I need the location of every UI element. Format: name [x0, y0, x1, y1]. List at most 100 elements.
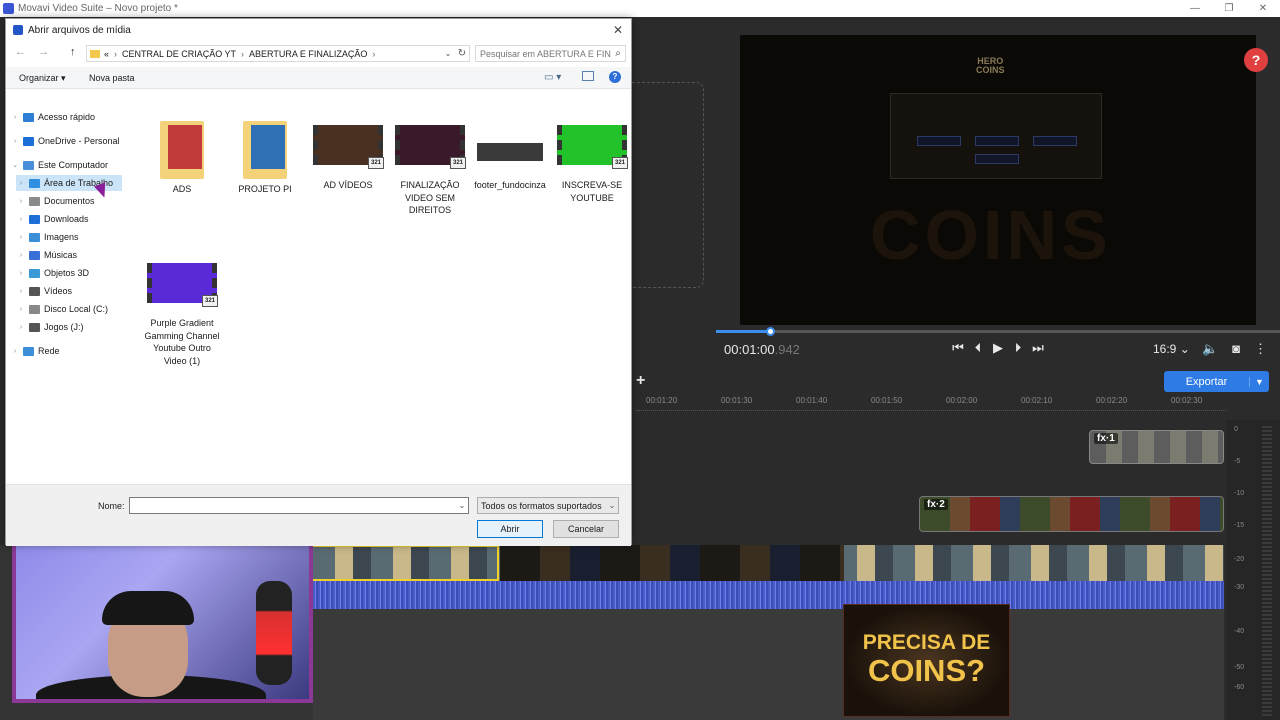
- skip-start-icon[interactable]: ⏮: [952, 340, 964, 356]
- aspect-ratio-select[interactable]: 16:9 ⌄: [1153, 342, 1190, 356]
- nav-item[interactable]: › Rede: [10, 343, 60, 359]
- file-item[interactable]: 321 FINALIZAÇÃO VIDEO SEM DIREITOS: [390, 121, 470, 217]
- play-icon[interactable]: ▶: [992, 340, 1004, 356]
- file-item[interactable]: 321 INSCREVA-SE YOUTUBE: [552, 121, 632, 204]
- expand-chevron-icon[interactable]: ›: [16, 306, 26, 313]
- chevron-down-icon[interactable]: ⌄: [456, 498, 468, 513]
- nav-item[interactable]: › Vídeos: [16, 283, 72, 299]
- thumbnail-overlay: PRECISA DE COINS?: [843, 604, 1010, 717]
- selected-clip[interactable]: [313, 545, 499, 581]
- video-clip[interactable]: [500, 545, 844, 581]
- address-bar[interactable]: « › CENTRAL DE CRIAÇÃO YT › ABERTURA E F…: [86, 45, 470, 62]
- back-button[interactable]: ←: [15, 46, 26, 58]
- file-item[interactable]: 321 AD VÍDEOS: [308, 121, 388, 192]
- expand-chevron-icon[interactable]: ›: [10, 348, 20, 355]
- chevron-down-icon[interactable]: ⌄: [441, 49, 455, 58]
- dialog-close-button[interactable]: ✕: [605, 23, 631, 37]
- filename-label: Nome:: [98, 501, 125, 511]
- file-item[interactable]: PROJETO PI: [225, 121, 305, 196]
- expand-chevron-icon[interactable]: ›: [10, 138, 20, 145]
- preview-pane-icon[interactable]: [582, 71, 594, 81]
- preview-seekbar[interactable]: [716, 327, 1280, 336]
- organize-menu[interactable]: Organizar ▾: [19, 73, 66, 84]
- expand-chevron-icon[interactable]: ›: [16, 288, 26, 295]
- up-button[interactable]: ↑: [70, 46, 76, 58]
- media-drop-area[interactable]: [632, 82, 704, 288]
- nav-item[interactable]: › Jogos (J:): [16, 319, 84, 335]
- nav-item[interactable]: › Acesso rápido: [10, 109, 95, 125]
- step-back-icon[interactable]: ⏴: [972, 340, 984, 356]
- video-file-badge-icon: 321: [368, 157, 384, 169]
- expand-chevron-icon[interactable]: ›: [16, 216, 26, 223]
- nav-item-label: Músicas: [44, 250, 78, 260]
- file-item[interactable]: 321 Purple Gradient Gamming Channel Youtu…: [142, 259, 222, 367]
- view-options-icon[interactable]: ▭ ▾: [544, 72, 561, 83]
- audio-level-meter: 0 -5 -10 -15 -20 -30 -40 -50 -60: [1226, 420, 1280, 720]
- chevron-down-icon[interactable]: ⌄: [606, 501, 618, 510]
- search-box[interactable]: ⌕: [475, 45, 626, 62]
- expand-chevron-icon[interactable]: ›: [16, 180, 26, 187]
- drive-icon: [29, 322, 40, 332]
- documents-icon: [29, 196, 40, 206]
- step-forward-icon[interactable]: ⏵: [1012, 340, 1024, 356]
- main-video-track[interactable]: [313, 545, 1224, 581]
- breadcrumb-item[interactable]: ABERTURA E FINALIZAÇÃO: [249, 49, 367, 59]
- expand-chevron-icon[interactable]: ›: [16, 252, 26, 259]
- file-item[interactable]: ADS: [142, 121, 222, 196]
- snapshot-icon[interactable]: ◙: [1232, 341, 1240, 357]
- expand-chevron-icon[interactable]: ›: [16, 270, 26, 277]
- nav-item[interactable]: › Disco Local (C:): [16, 301, 108, 317]
- command-bar: Organizar ▾ Nova pasta ▭ ▾ ?: [6, 67, 631, 89]
- nav-item-label: Este Computador: [38, 160, 109, 170]
- file-item[interactable]: footer_fundocinza: [470, 121, 550, 192]
- nav-item[interactable]: ⌄ Este Computador: [10, 157, 108, 173]
- expand-chevron-icon[interactable]: ›: [10, 114, 20, 121]
- webcam-headset: [102, 591, 194, 625]
- overlay-clip-fx2[interactable]: fx·2: [919, 496, 1224, 532]
- add-track-button[interactable]: +: [636, 372, 645, 390]
- timeline-ruler[interactable]: 00:01:20 00:01:30 00:01:40 00:01:50 00:02:00…: [636, 396, 1226, 410]
- cancel-button[interactable]: Cancelar: [553, 520, 619, 538]
- file-type-filter[interactable]: Todos os formatos suportados ⌄: [477, 497, 619, 514]
- overlay-clip-fx1[interactable]: fx·1: [1089, 430, 1224, 464]
- maximize-button[interactable]: ❐: [1212, 3, 1246, 14]
- nav-item[interactable]: › Objetos 3D: [16, 265, 89, 281]
- audio-waveform-track[interactable]: [313, 581, 1224, 609]
- forward-button[interactable]: →: [38, 46, 49, 58]
- help-button[interactable]: ?: [1244, 48, 1268, 72]
- skip-end-icon[interactable]: ⏭: [1032, 340, 1044, 356]
- search-input[interactable]: [480, 48, 611, 59]
- nav-item[interactable]: › Documentos: [16, 193, 95, 209]
- export-button[interactable]: Exportar ▼: [1164, 371, 1269, 392]
- filename-combobox[interactable]: ⌄: [129, 497, 469, 514]
- expand-chevron-icon[interactable]: ⌄: [10, 161, 20, 169]
- new-folder-button[interactable]: Nova pasta: [89, 73, 135, 83]
- nav-item[interactable]: › Músicas: [16, 247, 77, 263]
- filename-input[interactable]: [130, 498, 456, 513]
- transport-controls: ⏮ ⏴ ▶ ⏵ ⏭: [952, 340, 1044, 356]
- more-icon[interactable]: ⋮: [1254, 341, 1267, 357]
- minimize-button[interactable]: —: [1178, 3, 1212, 14]
- expand-chevron-icon[interactable]: ›: [16, 234, 26, 241]
- seekbar-handle[interactable]: [766, 327, 775, 336]
- breadcrumb-overflow[interactable]: «: [104, 49, 109, 59]
- nav-item[interactable]: › Imagens: [16, 229, 79, 245]
- search-icon[interactable]: ⌕: [611, 48, 625, 59]
- help-icon[interactable]: ?: [609, 71, 621, 83]
- address-row: ← → ↑ « › CENTRAL DE CRIAÇÃO YT › ABERTU…: [6, 43, 631, 63]
- breadcrumb-item[interactable]: CENTRAL DE CRIAÇÃO YT: [122, 49, 236, 59]
- volume-icon[interactable]: 🔈: [1202, 341, 1218, 357]
- preview-panel: [890, 93, 1102, 179]
- close-window-button[interactable]: ✕: [1246, 3, 1280, 14]
- nav-item[interactable]: › Downloads: [16, 211, 89, 227]
- chevron-down-icon[interactable]: ▼: [1249, 376, 1269, 387]
- expand-chevron-icon[interactable]: ›: [16, 324, 26, 331]
- open-button[interactable]: Abrir: [477, 520, 543, 538]
- nav-item[interactable]: › OneDrive - Personal: [10, 133, 120, 149]
- music-icon: [29, 250, 40, 260]
- video-preview[interactable]: HERO COINS COINS: [740, 35, 1256, 325]
- cube-icon: [29, 268, 40, 278]
- refresh-icon[interactable]: ↻: [455, 48, 469, 59]
- star-icon: [23, 112, 34, 122]
- expand-chevron-icon[interactable]: ›: [16, 198, 26, 205]
